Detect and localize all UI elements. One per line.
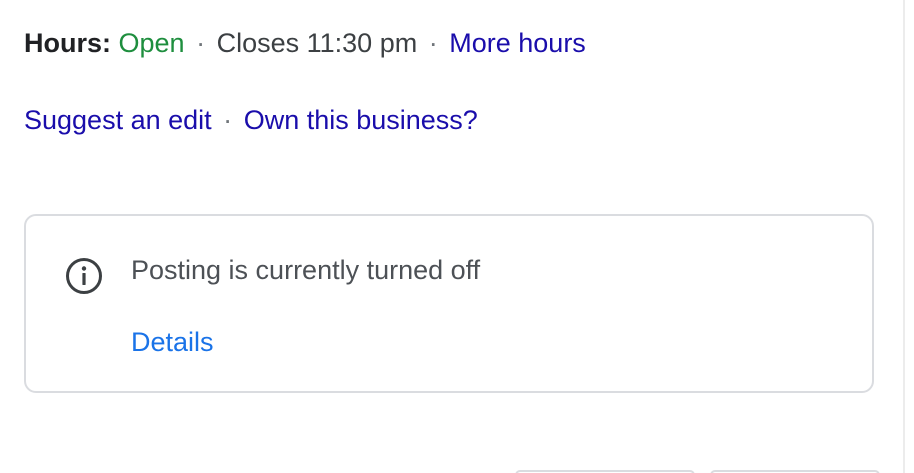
links-separator: · bbox=[223, 105, 233, 135]
details-link[interactable]: Details bbox=[131, 326, 214, 358]
hours-label: Hours: bbox=[24, 28, 111, 58]
posting-status-message: Posting is currently turned off bbox=[131, 255, 481, 285]
more-hours-link[interactable]: More hours bbox=[449, 28, 586, 58]
posting-notice-card: Posting is currently turned off Details bbox=[24, 214, 874, 393]
hours-separator: · bbox=[196, 28, 206, 58]
info-icon bbox=[66, 258, 102, 294]
own-business-link[interactable]: Own this business? bbox=[244, 105, 478, 135]
hours-separator: · bbox=[428, 28, 438, 58]
hours-row: Hours: Open · Closes 11:30 pm · More hou… bbox=[24, 27, 586, 59]
business-links-row: Suggest an edit · Own this business? bbox=[24, 104, 478, 136]
panel-right-divider bbox=[903, 0, 905, 473]
closes-time: Closes 11:30 pm bbox=[216, 28, 418, 58]
open-status: Open bbox=[118, 28, 185, 58]
suggest-edit-link[interactable]: Suggest an edit bbox=[24, 105, 212, 135]
